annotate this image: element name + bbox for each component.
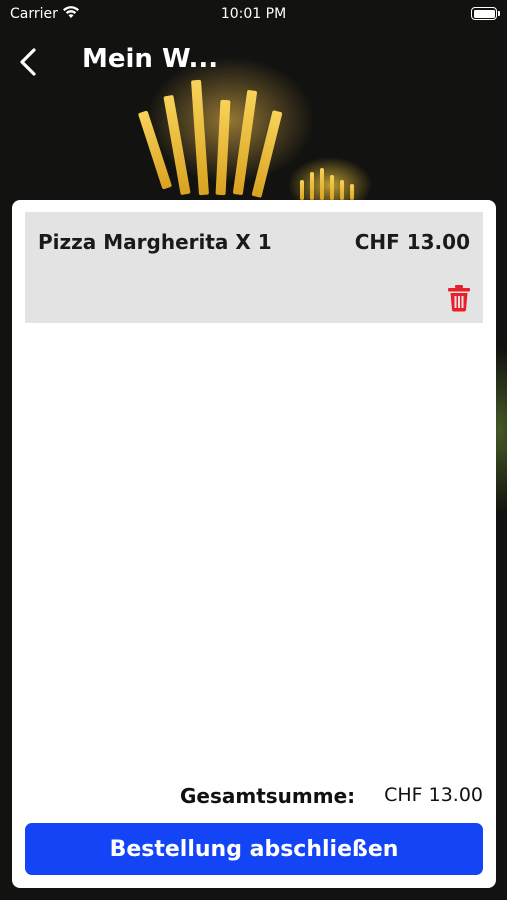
checkout-button[interactable]: Bestellung abschließen — [25, 823, 483, 875]
clock: 10:01 PM — [220, 6, 287, 22]
battery-icon — [471, 7, 500, 20]
cart-item: Pizza Margherita X 1 CHF 13.00 — [25, 212, 483, 323]
chevron-left-icon — [20, 48, 36, 76]
cart-card: Pizza Margherita X 1 CHF 13.00 Gesamtsum… — [12, 200, 496, 888]
status-bar: Carrier 10:01 PM — [0, 0, 507, 30]
trash-icon — [448, 285, 470, 312]
page-title: Mein W... — [82, 44, 219, 74]
total-value: CHF 13.00 — [384, 784, 483, 806]
cart-item-name: Pizza Margherita X 1 — [38, 230, 272, 254]
cart-item-price: CHF 13.00 — [354, 230, 470, 254]
total-label: Gesamtsumme: — [180, 784, 356, 808]
delete-item-button[interactable] — [447, 284, 471, 312]
back-button[interactable] — [16, 44, 44, 80]
